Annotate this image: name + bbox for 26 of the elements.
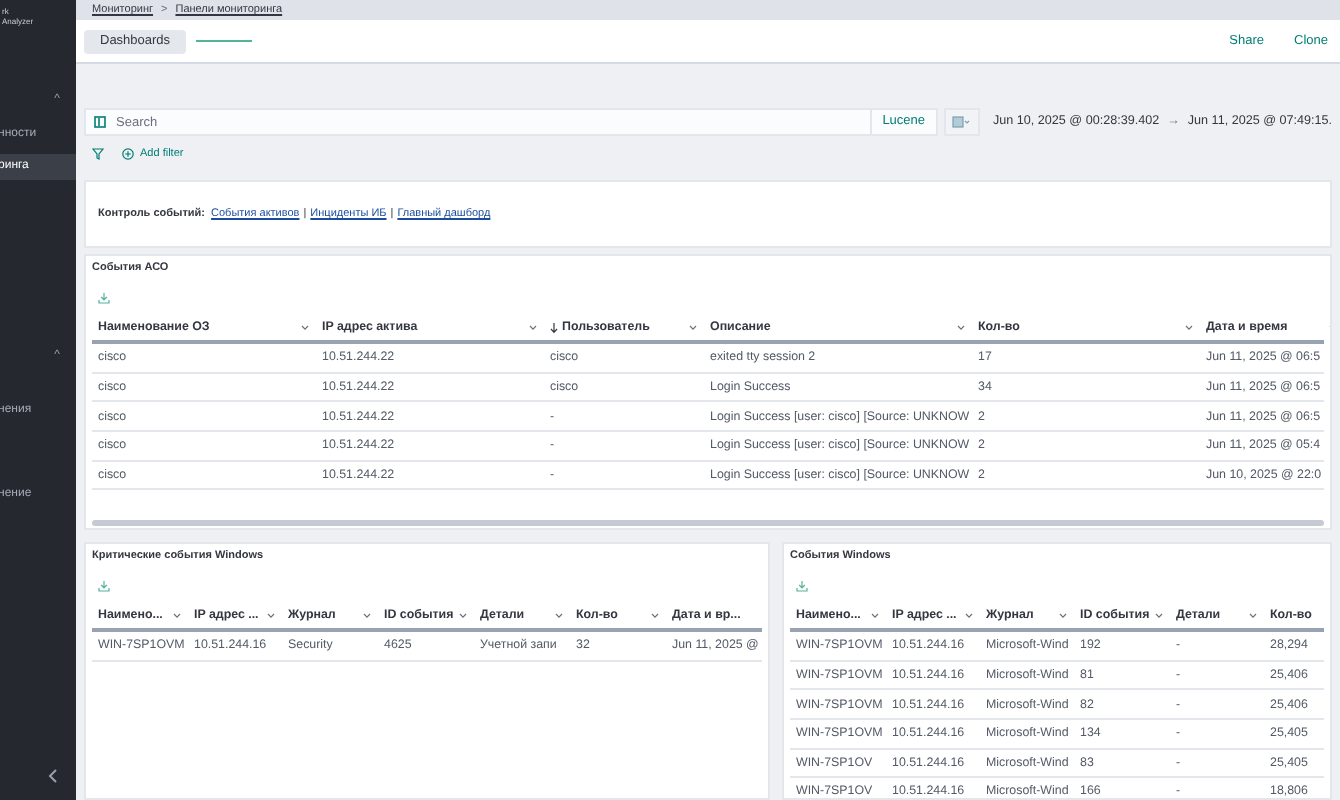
sort-chevron-icon [266,611,276,620]
title-underline [196,40,253,42]
download-icon [98,580,110,593]
collapse-icon [48,768,58,784]
sort-chevron-icon [956,323,966,332]
query-menu-icon [93,116,105,128]
calendar-icon [952,116,971,128]
sort-chevron-icon [458,611,468,620]
date-picker-button[interactable] [943,108,980,136]
sort-chevron-icon [1184,323,1194,332]
sort-chevron-icon [964,611,974,620]
sort-chevron-icon [554,611,564,620]
download-icon [98,292,110,305]
sort-chevron-icon [688,323,698,332]
sort-chevron-icon [1154,611,1164,620]
sort-chevron-icon [870,611,880,620]
filter-icon [92,148,104,160]
sort-chevron-icon [300,323,310,332]
sort-chevron-icon [1248,611,1258,620]
sort-chevron-icon [528,323,538,332]
download-icon [796,580,808,593]
sort-chevron-icon [362,611,372,620]
sort-chevron-icon [650,611,660,620]
sort-chevron-icon [172,611,182,620]
plus-circle-icon [122,148,134,160]
sort-chevron-icon [1058,611,1068,620]
